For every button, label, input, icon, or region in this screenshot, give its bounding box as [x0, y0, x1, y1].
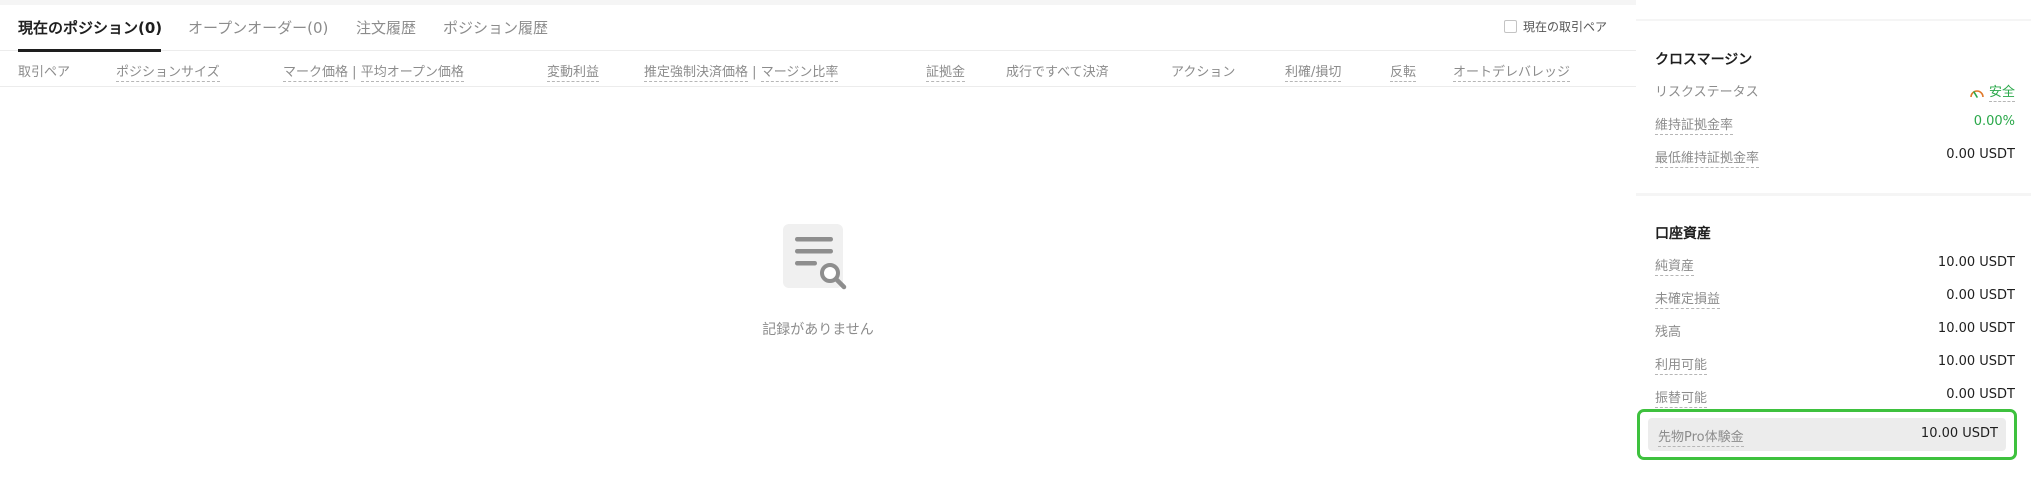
trial-bonus-label[interactable]: 先物Pro体験金 [1658, 426, 1744, 447]
positions-tab-bar: 現在のポジション(0) オープンオーダー(0) 注文履歴 ポジション履歴 現在の… [0, 5, 1636, 52]
trial-bonus-highlight: 先物Pro体験金 10.00 USDT [1637, 409, 2017, 460]
column-margin[interactable]: 証拠金 [926, 61, 966, 82]
risk-status-text: 安全 [1988, 81, 2015, 102]
column-mark-avg-price: マーク価格 | 平均オープン価格 [283, 61, 464, 82]
current-pair-checkbox[interactable] [1504, 20, 1517, 33]
tab-position-history[interactable]: ポジション履歴 [443, 17, 548, 38]
trial-bonus-row: 先物Pro体験金 10.00 USDT [1648, 418, 2006, 451]
column-mark-price[interactable]: マーク価格 [283, 65, 349, 82]
maintenance-margin-rate-label[interactable]: 維持証拠金率 [1655, 114, 1734, 135]
sidebar-top-card [1636, 0, 2031, 19]
cross-margin-title: クロスマージン [1655, 52, 1753, 68]
available-label[interactable]: 利用可能 [1655, 354, 1708, 375]
unrealized-pnl-label[interactable]: 未確定損益 [1655, 288, 1721, 309]
risk-status-label: リスクステータス [1655, 85, 1759, 100]
tab-open-orders[interactable]: オープンオーダー(0) [188, 17, 328, 38]
column-action: アクション [1171, 65, 1236, 80]
current-pair-label: 現在の取引ペア [1523, 20, 1608, 34]
column-position-size[interactable]: ポジションサイズ [116, 61, 220, 82]
column-separator: | [752, 65, 757, 80]
balance-value: 10.00 USDT [1937, 321, 2015, 336]
column-auto-deleverage[interactable]: オートデレバレッジ [1453, 61, 1571, 82]
column-separator: | [352, 65, 357, 80]
net-assets-value: 10.00 USDT [1937, 255, 2015, 270]
column-avg-open-price[interactable]: 平均オープン価格 [360, 65, 464, 82]
column-unrealized-pnl[interactable]: 変動利益 [547, 61, 600, 82]
column-tp-sl[interactable]: 利確/損切 [1285, 61, 1342, 82]
column-margin-ratio[interactable]: マージン比率 [760, 65, 839, 82]
empty-state-text: 記録がありません [762, 322, 874, 338]
document-search-icon [783, 224, 847, 290]
positions-table-header: 取引ペア ポジションサイズ マーク価格 | 平均オープン価格 変動利益 推定強制… [0, 51, 1636, 87]
column-liq-margin: 推定強制決済価格 | マージン比率 [644, 61, 839, 82]
account-assets-title: 口座資産 [1655, 226, 1711, 242]
positions-panel: 現在のポジション(0) オープンオーダー(0) 注文履歴 ポジション履歴 現在の… [0, 5, 1636, 482]
risk-status-value[interactable]: 安全 [1969, 81, 2015, 102]
tab-current-positions[interactable]: 現在のポジション(0) [18, 17, 162, 38]
column-trading-pair: 取引ペア [18, 65, 71, 80]
gauge-icon [1970, 89, 1984, 98]
balance-label: 残高 [1655, 325, 1682, 340]
min-maintenance-margin-label[interactable]: 最低維持証拠金率 [1655, 147, 1760, 168]
column-close-all-market: 成行ですべて決済 [1006, 65, 1109, 80]
futures-trading-panel: 現在のポジション(0) オープンオーダー(0) 注文履歴 ポジション履歴 現在の… [0, 0, 2031, 482]
cross-margin-card: クロスマージン リスクステータス 安全 維持証拠金率 0.00% 最低維持証拠金… [1636, 21, 2031, 193]
transferable-value: 0.00 USDT [1946, 387, 2015, 402]
current-pair-filter[interactable]: 現在の取引ペア [1504, 18, 1607, 35]
transferable-label[interactable]: 振替可能 [1655, 387, 1708, 408]
net-assets-label[interactable]: 純資産 [1655, 255, 1695, 276]
tab-order-history[interactable]: 注文履歴 [356, 17, 416, 38]
available-value: 10.00 USDT [1937, 354, 2015, 369]
min-maintenance-margin-value: 0.00 USDT [1946, 147, 2015, 162]
maintenance-margin-rate-value: 0.00% [1973, 114, 2015, 129]
unrealized-pnl-value: 0.00 USDT [1946, 288, 2015, 303]
column-est-liquidation-price[interactable]: 推定強制決済価格 [644, 65, 749, 82]
column-reverse[interactable]: 反転 [1390, 61, 1417, 82]
trial-bonus-value: 10.00 USDT [1920, 426, 1998, 441]
